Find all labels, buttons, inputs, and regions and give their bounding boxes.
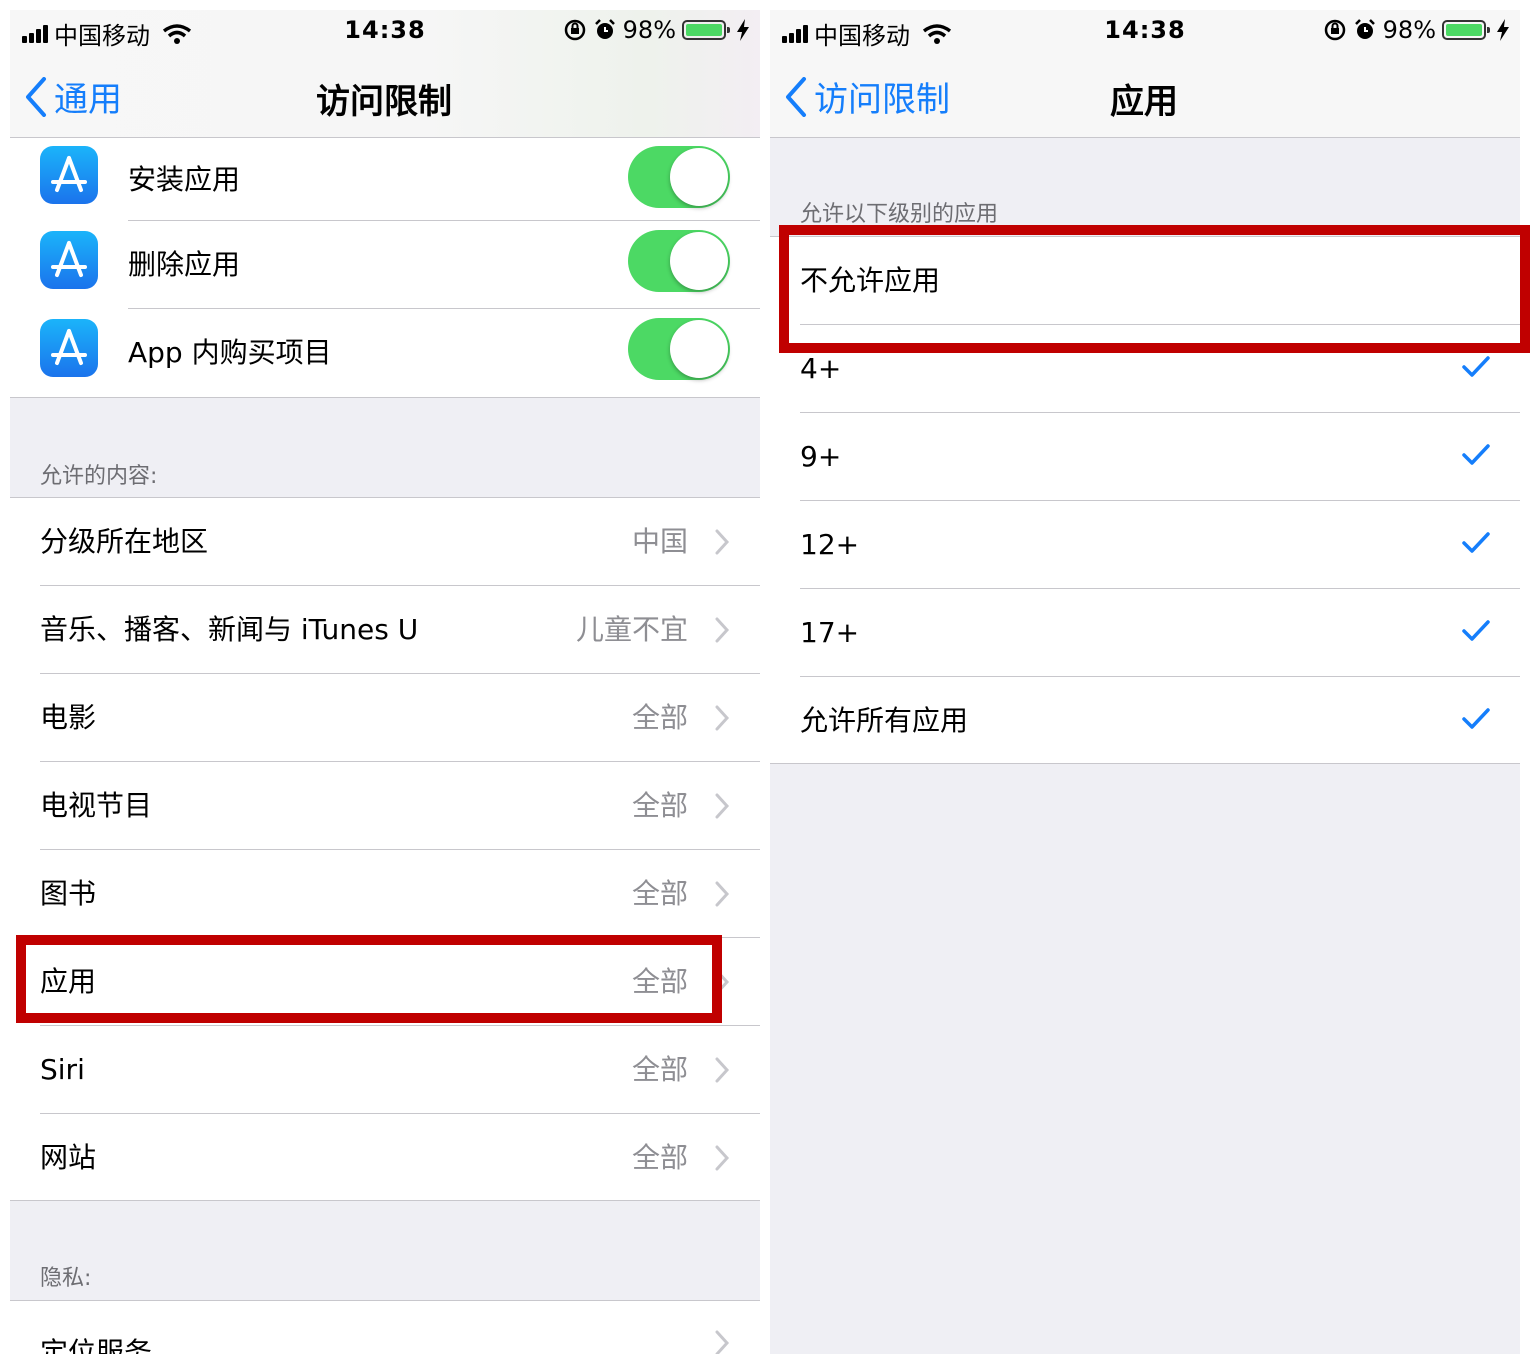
checkmark-icon	[1462, 356, 1490, 377]
chevron-right-icon	[715, 1057, 730, 1083]
row-label: 音乐、播客、新闻与 iTunes U	[40, 613, 419, 646]
charging-bolt-icon	[1497, 19, 1509, 41]
option-allow-all-apps[interactable]: 允许所有应用	[770, 677, 1520, 765]
battery-icon	[1442, 20, 1490, 40]
toggle-row-delete-apps: 删除应用	[10, 221, 760, 309]
highlight-box-no-apps	[779, 225, 1530, 353]
list-item-location-services[interactable]: 定位服务	[10, 1301, 760, 1354]
chevron-right-icon	[715, 1330, 730, 1354]
toggle-label: 安装应用	[128, 163, 241, 196]
status-bar: 中国移动 14:38 98%	[10, 10, 760, 52]
app-store-icon	[40, 319, 98, 377]
row-label: 电视节目	[40, 789, 153, 822]
toggle-label: App 内购买项目	[128, 336, 332, 369]
toggle-label: 删除应用	[128, 248, 241, 281]
alarm-icon	[594, 19, 615, 39]
row-label: 电影	[40, 701, 97, 734]
battery-percent: 98%	[622, 16, 676, 44]
row-value: 全部	[631, 1141, 688, 1174]
list-item-music-podcasts[interactable]: 音乐、播客、新闻与 iTunes U 儿童不宜	[10, 586, 760, 674]
list-item-books[interactable]: 图书 全部	[10, 850, 760, 938]
option-label: 17+	[800, 616, 860, 649]
option-12-plus[interactable]: 12+	[770, 501, 1520, 589]
back-label: 访问限制	[814, 80, 950, 120]
chevron-right-icon	[715, 705, 730, 731]
chevron-left-icon	[26, 76, 46, 117]
battery-icon	[682, 20, 730, 40]
back-label: 通用	[54, 80, 122, 120]
list-item-siri[interactable]: Siri 全部	[10, 1026, 760, 1114]
row-label: 图书	[40, 877, 97, 910]
list-item-rating-region[interactable]: 分级所在地区 中国	[10, 498, 760, 586]
toggle-row-install-apps: 安装应用	[10, 138, 760, 221]
privacy-group: 定位服务	[10, 1300, 760, 1354]
rotation-lock-icon	[564, 19, 585, 41]
list-item-movies[interactable]: 电影 全部	[10, 674, 760, 762]
allowed-content-group: 分级所在地区 中国 音乐、播客、新闻与 iTunes U 儿童不宜 电影 全部 …	[10, 497, 760, 1201]
right-screen: 中国移动 14:38 98% 访问限制 应用 允许以下级别的应用 不允许应用 4…	[770, 10, 1520, 1354]
app-toggles-group: 安装应用 删除应用 App 内购买项目	[10, 138, 760, 398]
row-label: 网站	[40, 1141, 97, 1174]
status-bar: 中国移动 14:38 98%	[770, 10, 1520, 52]
back-button[interactable]: 访问限制	[784, 72, 950, 121]
option-label: 12+	[800, 528, 860, 561]
checkmark-icon	[1462, 708, 1490, 729]
navigation-bar: 通用 访问限制	[10, 52, 760, 138]
charging-bolt-icon	[737, 19, 749, 41]
row-value: 全部	[631, 877, 688, 910]
row-value: 全部	[631, 701, 688, 734]
row-label: Siri	[40, 1053, 85, 1086]
alarm-icon	[1354, 19, 1375, 39]
app-store-icon	[40, 231, 98, 289]
checkmark-icon	[1462, 532, 1490, 553]
option-label: 9+	[800, 440, 842, 473]
chevron-right-icon	[715, 529, 730, 555]
toggle-row-in-app-purchases: App 内购买项目	[10, 309, 760, 397]
navigation-bar: 访问限制 应用	[770, 52, 1520, 138]
back-button[interactable]: 通用	[24, 72, 122, 121]
allowed-content-header: 允许的内容:	[40, 464, 158, 489]
section-header: 允许以下级别的应用	[800, 202, 999, 227]
option-9-plus[interactable]: 9+	[770, 413, 1520, 501]
chevron-right-icon	[715, 1145, 730, 1171]
list-item-websites[interactable]: 网站 全部	[10, 1114, 760, 1202]
chevron-left-icon	[786, 76, 806, 117]
privacy-header: 隐私:	[40, 1266, 92, 1291]
row-label: 定位服务	[40, 1336, 153, 1354]
row-label: 分级所在地区	[40, 525, 209, 558]
in-app-purchases-switch[interactable]	[628, 318, 730, 380]
chevron-right-icon	[715, 617, 730, 643]
page-title: 访问限制	[316, 82, 452, 122]
checkmark-icon	[1462, 444, 1490, 465]
chevron-right-icon	[715, 881, 730, 907]
app-store-icon	[40, 146, 98, 204]
row-value: 全部	[631, 1053, 688, 1086]
list-item-tv-shows[interactable]: 电视节目 全部	[10, 762, 760, 850]
chevron-right-icon	[715, 793, 730, 819]
delete-apps-switch[interactable]	[628, 230, 730, 292]
option-17-plus[interactable]: 17+	[770, 589, 1520, 677]
row-value: 儿童不宜	[575, 613, 688, 646]
battery-percent: 98%	[1382, 16, 1436, 44]
highlight-box-apps	[16, 935, 722, 1023]
page-title: 应用	[1110, 82, 1178, 122]
left-screen: 中国移动 14:38 98% 通用 访问限制 安装应用 删除应用 App 内购买…	[10, 10, 760, 1354]
install-apps-switch[interactable]	[628, 146, 730, 208]
row-value: 中国	[631, 525, 688, 558]
rotation-lock-icon	[1324, 19, 1345, 41]
row-value: 全部	[631, 789, 688, 822]
checkmark-icon	[1462, 620, 1490, 641]
option-label: 允许所有应用	[800, 704, 969, 737]
